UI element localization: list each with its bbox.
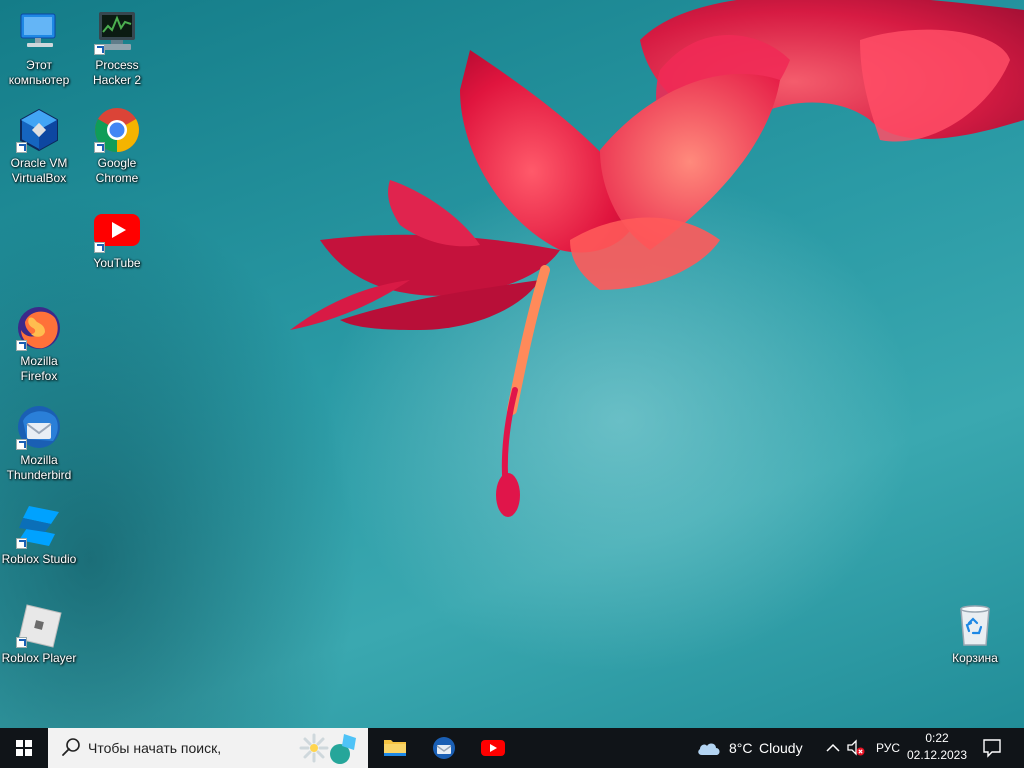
desktop-icon-roblox-studio[interactable]: Roblox Studio (0, 502, 78, 567)
desktop-icon-roblox-player[interactable]: Roblox Player (0, 601, 78, 666)
desktop-icon-mozilla-firefox[interactable]: Mozilla Firefox (0, 304, 78, 384)
desktop-icon-label: Process Hacker 2 (92, 58, 142, 87)
taskbar-youtube[interactable] (469, 728, 517, 768)
shortcut-arrow-icon (16, 538, 27, 549)
process-hacker-icon (93, 8, 141, 56)
desktop-icon-google-chrome[interactable]: Google Chrome (78, 106, 156, 186)
shortcut-arrow-icon (16, 142, 27, 153)
notification-center-icon[interactable] (980, 736, 1004, 760)
computer-icon (15, 8, 63, 56)
shortcut-arrow-icon (16, 439, 27, 450)
taskbar: Чтобы начать поиск, 8°C Cloudy РУС 0:22 … (0, 728, 1024, 768)
shortcut-arrow-icon (16, 637, 27, 648)
desktop-icon-label: Mozilla Firefox (20, 354, 58, 383)
desktop-icon-this-pc[interactable]: Этот компьютер (0, 8, 78, 88)
shortcut-arrow-icon (16, 340, 27, 351)
show-hidden-icons-chevron-icon[interactable] (825, 740, 841, 756)
desktop-icon-label: Корзина (952, 651, 998, 665)
youtube-icon (481, 740, 505, 756)
desktop-icon-label: Roblox Player (1, 651, 77, 665)
desktop-icon-label: Этот компьютер (8, 58, 70, 87)
clock-date: 02.12.2023 (906, 748, 968, 762)
windows-logo-icon (16, 740, 32, 756)
input-language-indicator[interactable]: РУС (876, 741, 900, 755)
clock[interactable]: 0:22 02.12.2023 (904, 730, 970, 764)
desktop-icon-label: Oracle VM VirtualBox (10, 156, 68, 185)
folder-icon (384, 740, 406, 756)
firefox-icon (15, 304, 63, 352)
start-button[interactable] (0, 728, 48, 768)
desktop-icon-label: Mozilla Thunderbird (6, 453, 72, 482)
volume-muted-icon[interactable] (846, 739, 866, 757)
roblox-player-icon (15, 601, 63, 649)
shortcut-arrow-icon (94, 44, 105, 55)
recycle-bin-icon (951, 601, 999, 649)
weather-cloud-icon (698, 743, 720, 755)
desktop-icon-process-hacker[interactable]: Process Hacker 2 (78, 8, 156, 88)
youtube-icon (93, 206, 141, 254)
thunderbird-icon (15, 403, 63, 451)
taskbar-thunderbird[interactable] (420, 728, 468, 768)
virtualbox-icon (15, 106, 63, 154)
search-placeholder: Чтобы начать поиск, (88, 740, 222, 756)
roblox-studio-icon (15, 502, 63, 550)
thunderbird-icon (433, 737, 455, 759)
weather-temperature[interactable]: 8°C (729, 740, 753, 756)
weather-condition[interactable]: Cloudy (759, 740, 803, 756)
search-icon (62, 738, 80, 756)
taskbar-search-box[interactable]: Чтобы начать поиск, (48, 728, 368, 768)
taskbar-file-explorer[interactable] (371, 728, 419, 768)
desktop-icon-label: Roblox Studio (1, 552, 77, 566)
desktop-icon-label: YouTube (93, 256, 141, 270)
search-highlight-icon (299, 733, 356, 764)
shortcut-arrow-icon (94, 142, 105, 153)
clock-time: 0:22 (925, 731, 949, 745)
desktop-icon-label: Google Chrome (95, 156, 139, 185)
desktop-icon-mozilla-thunderbird[interactable]: Mozilla Thunderbird (0, 403, 78, 483)
desktop-icon-youtube[interactable]: YouTube (78, 206, 156, 271)
desktop-icon-virtualbox[interactable]: Oracle VM VirtualBox (0, 106, 78, 186)
desktop: Этот компьютер Process Hacker 2 Oracle V… (0, 0, 1024, 728)
shortcut-arrow-icon (94, 242, 105, 253)
chrome-icon (93, 106, 141, 154)
desktop-icon-recycle-bin[interactable]: Корзина (936, 601, 1014, 666)
